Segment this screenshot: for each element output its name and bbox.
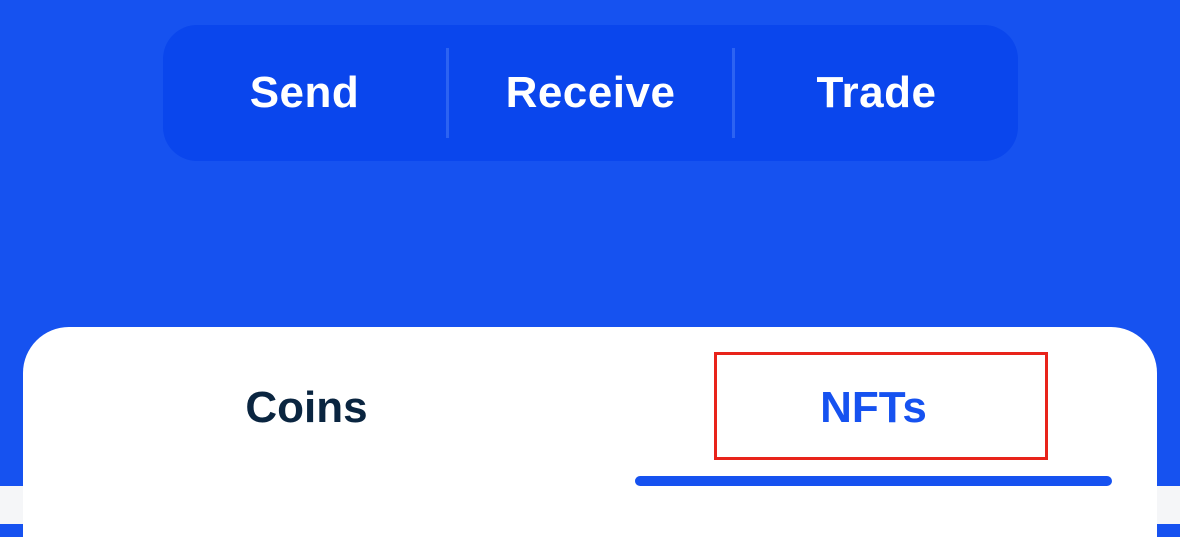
tab-nfts-label: NFTs xyxy=(820,383,927,432)
tab-coins-label: Coins xyxy=(245,383,368,432)
trade-button[interactable]: Trade xyxy=(735,25,1018,161)
send-button-label: Send xyxy=(249,68,360,117)
receive-button-label: Receive xyxy=(505,68,676,117)
action-bar: Send Receive Trade xyxy=(163,25,1018,161)
tab-coins[interactable]: Coins xyxy=(23,327,590,487)
receive-button[interactable]: Receive xyxy=(449,25,732,161)
tab-nfts[interactable]: NFTs xyxy=(590,327,1157,487)
send-button[interactable]: Send xyxy=(163,25,446,161)
trade-button-label: Trade xyxy=(816,68,937,117)
active-tab-indicator xyxy=(635,476,1112,486)
assets-sheet: Coins NFTs xyxy=(23,327,1157,537)
